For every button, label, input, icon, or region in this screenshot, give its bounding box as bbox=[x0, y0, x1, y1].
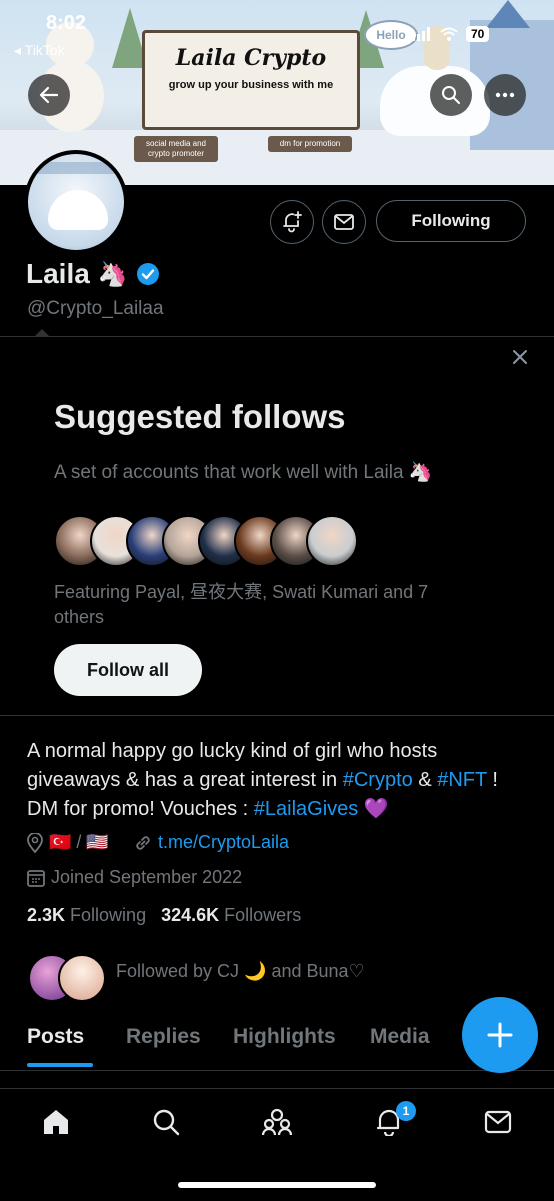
unicorn-emoji: 🦄 bbox=[97, 260, 128, 288]
home-indicator bbox=[178, 1182, 376, 1188]
notify-button[interactable] bbox=[270, 200, 314, 244]
profile-name-row: Laila 🦄 bbox=[26, 258, 160, 290]
hashtag-crypto[interactable]: #Crypto bbox=[343, 769, 413, 791]
back-button[interactable] bbox=[28, 74, 70, 116]
suggested-title: Suggested follows bbox=[54, 398, 346, 435]
search-button[interactable] bbox=[430, 74, 472, 116]
search-icon bbox=[442, 86, 460, 104]
caret-pointer bbox=[34, 329, 50, 337]
following-number: 2.3K bbox=[27, 905, 66, 925]
location-row: 🇹🇷 / 🇺🇸 bbox=[27, 832, 109, 853]
followed-by-avatar[interactable] bbox=[58, 954, 106, 1002]
close-icon[interactable] bbox=[512, 349, 528, 365]
back-arrow-icon bbox=[39, 86, 59, 104]
following-button[interactable]: Following bbox=[376, 200, 526, 242]
status-icons: 70 bbox=[412, 26, 490, 42]
tab-highlights[interactable]: Highlights bbox=[233, 1025, 336, 1049]
following-count[interactable]: 2.3K Following bbox=[27, 905, 146, 925]
hashtag-lailagives[interactable]: #LailaGives bbox=[254, 798, 359, 820]
active-tab-indicator bbox=[27, 1063, 93, 1067]
divider bbox=[0, 336, 554, 337]
back-to-app[interactable]: ◂ TikTok bbox=[14, 42, 65, 59]
battery-icon: 70 bbox=[466, 26, 490, 42]
status-time: 8:02 bbox=[46, 12, 87, 34]
more-button[interactable] bbox=[484, 74, 526, 116]
joined-text: Joined September 2022 bbox=[51, 867, 243, 887]
followers-label: Followers bbox=[224, 905, 302, 925]
website-link[interactable]: t.me/CryptoLaila bbox=[158, 832, 289, 853]
verified-badge-icon bbox=[136, 263, 159, 285]
more-icon bbox=[495, 92, 515, 98]
communities-icon[interactable] bbox=[261, 1108, 293, 1136]
mail-icon bbox=[334, 214, 354, 230]
wifi-icon bbox=[440, 27, 458, 41]
messages-icon[interactable] bbox=[484, 1110, 512, 1134]
avatar-sign bbox=[38, 162, 114, 174]
signal-icon bbox=[412, 27, 430, 41]
compose-button[interactable] bbox=[462, 997, 538, 1073]
avatar-unicorn bbox=[48, 190, 108, 230]
featuring-text: Featuring Payal, 昼夜大赛, Swati Kumari and … bbox=[54, 582, 429, 627]
suggested-avatar[interactable] bbox=[306, 515, 358, 567]
following-label: Following bbox=[70, 905, 147, 925]
follow-counts: 2.3K Following 324.6K Followers bbox=[27, 905, 301, 926]
message-button[interactable] bbox=[322, 200, 366, 244]
hashtag-nft[interactable]: #NFT bbox=[437, 769, 487, 791]
location-pin-icon bbox=[27, 832, 43, 853]
bio-text: & bbox=[412, 769, 438, 791]
followers-count[interactable]: 324.6K Followers bbox=[161, 905, 301, 925]
notification-badge: 1 bbox=[396, 1101, 416, 1121]
website-row[interactable]: t.me/CryptoLaila bbox=[134, 832, 289, 853]
tab-posts[interactable]: Posts bbox=[27, 1025, 84, 1049]
followers-number: 324.6K bbox=[161, 905, 220, 925]
search-nav-icon[interactable] bbox=[152, 1108, 180, 1136]
home-icon[interactable] bbox=[42, 1108, 70, 1136]
bell-plus-icon bbox=[283, 211, 302, 233]
plus-icon bbox=[487, 1022, 513, 1048]
banner-sign: Laila Crypto grow up your business with … bbox=[142, 30, 360, 130]
castle-roof bbox=[486, 0, 530, 28]
sign-subtitle: grow up your business with me bbox=[168, 79, 334, 91]
follow-all-button[interactable]: Follow all bbox=[54, 644, 202, 696]
tab-media[interactable]: Media bbox=[370, 1025, 430, 1049]
link-icon bbox=[136, 835, 150, 850]
joined-row: Joined September 2022 bbox=[27, 867, 242, 888]
heart-emoji: 💜 bbox=[358, 798, 389, 820]
suggested-subtitle: A set of accounts that work well with La… bbox=[54, 462, 433, 483]
bio: A normal happy go lucky kind of girl who… bbox=[27, 737, 532, 824]
profile-name: Laila bbox=[26, 258, 90, 289]
avatar[interactable] bbox=[24, 150, 128, 254]
profile-handle: @Crypto_Lailaa bbox=[27, 298, 164, 319]
divider bbox=[0, 715, 554, 716]
calendar-icon bbox=[27, 869, 45, 887]
right-signpost: dm for promotion bbox=[268, 136, 352, 152]
divider bbox=[0, 1070, 554, 1071]
followed-by-text[interactable]: Followed by CJ 🌙 and Buna♡ bbox=[116, 961, 365, 982]
location-text: 🇹🇷 / 🇺🇸 bbox=[49, 832, 109, 852]
left-signpost: social media and crypto promoter bbox=[134, 136, 218, 162]
tab-replies[interactable]: Replies bbox=[126, 1025, 201, 1049]
hello-bubble: Hello bbox=[364, 20, 418, 50]
sign-title: Laila Crypto bbox=[175, 45, 327, 71]
